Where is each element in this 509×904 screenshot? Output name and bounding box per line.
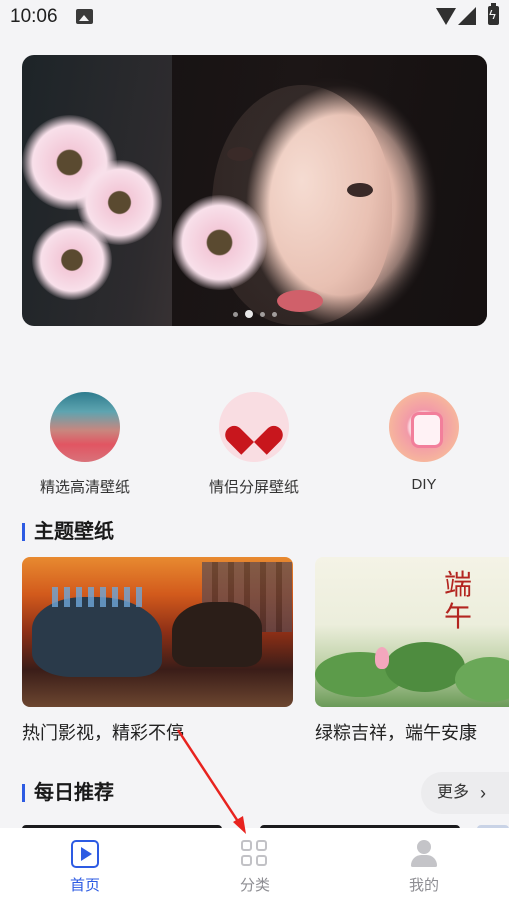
signal-icon (458, 7, 476, 25)
banner-flower (172, 195, 267, 290)
banner-eye (347, 183, 373, 197)
image-icon (76, 9, 93, 24)
theme-caption[interactable]: 热门影视，精彩不停 (22, 719, 184, 745)
category-label: 精选高清壁纸 (39, 479, 130, 496)
nav-label: 首页 (69, 877, 100, 894)
carousel-indicator (22, 310, 487, 318)
theme-caption[interactable]: 绿粽吉祥，端午安康 (315, 719, 477, 745)
category-label: DIY (411, 476, 437, 493)
carousel-dot[interactable] (271, 311, 277, 317)
battery-charging-icon (488, 3, 499, 25)
carousel-dot-active[interactable] (244, 310, 253, 318)
ocean-thumbnail-icon (50, 392, 120, 462)
banner-eye (227, 147, 253, 161)
theme-card-dragon-boat[interactable]: 端午 (315, 557, 509, 707)
card-art (32, 597, 162, 677)
card-art (172, 602, 262, 667)
status-bar: 10:06 (0, 0, 509, 34)
heart-icon (219, 392, 289, 462)
diy-icon (389, 392, 459, 462)
nav-label: 分类 (239, 877, 270, 894)
card-art (52, 587, 142, 607)
category-hd-wallpaper[interactable]: 精选高清壁纸 (15, 390, 155, 497)
category-diy[interactable]: DIY (354, 390, 494, 493)
card-art-text: 端午 (443, 568, 472, 633)
more-label: 更多 (437, 784, 470, 801)
more-button[interactable]: 更多 › (421, 772, 509, 814)
banner-lips (277, 290, 323, 312)
lotus-leaf (385, 642, 465, 692)
category-label: 情侣分屏壁纸 (208, 479, 299, 496)
play-icon (71, 840, 99, 868)
chevron-right-icon: › (480, 783, 486, 803)
grid-icon (241, 840, 269, 868)
section-title-daily: 每日推荐 (22, 781, 114, 805)
nav-category[interactable]: 分类 (170, 828, 340, 904)
theme-card-movies[interactable] (22, 557, 293, 707)
wifi-icon (436, 8, 456, 25)
banner-carousel[interactable] (22, 55, 487, 326)
lotus-bud (375, 647, 389, 669)
carousel-dot[interactable] (259, 311, 265, 317)
banner-flower (32, 220, 112, 300)
status-time: 10:06 (10, 6, 58, 27)
section-title-themes: 主题壁纸 (22, 520, 114, 544)
bottom-nav: 首页 分类 我的 (0, 828, 509, 904)
nav-home[interactable]: 首页 (0, 828, 170, 904)
carousel-dot[interactable] (232, 311, 238, 317)
lotus-leaf (455, 657, 509, 702)
category-row: 精选高清壁纸 情侣分屏壁纸 DIY (0, 390, 509, 500)
nav-label: 我的 (408, 877, 439, 894)
category-couple-wallpaper[interactable]: 情侣分屏壁纸 (184, 390, 324, 497)
nav-profile[interactable]: 我的 (339, 828, 509, 904)
